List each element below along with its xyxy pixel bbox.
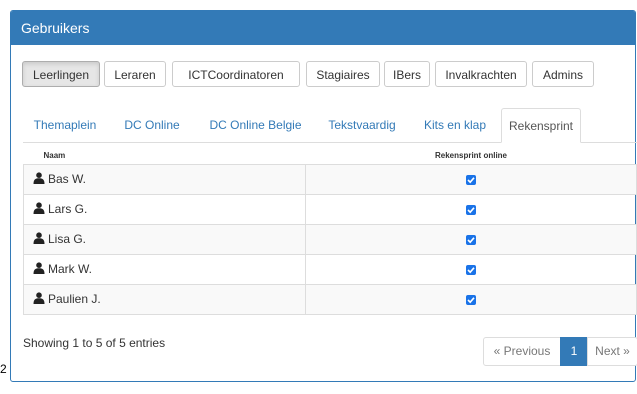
role-button-admins[interactable]: Admins [532, 61, 594, 87]
name-cell: Mark W. [23, 254, 306, 285]
page-1-button[interactable]: 1 [560, 337, 588, 366]
column-header-rekensprint[interactable]: Rekensprint online [305, 146, 637, 165]
table-info: Showing 1 to 5 of 5 entries [23, 336, 166, 350]
rekensprint-cell [305, 224, 637, 255]
rekensprint-checkbox[interactable] [466, 205, 476, 216]
user-name: Bas W. [48, 171, 87, 186]
role-button-invalkrachten[interactable]: Invalkrachten [435, 61, 527, 87]
user-name: Paulien J. [48, 291, 101, 306]
role-button-stagiaires[interactable]: Stagiaires [306, 61, 380, 87]
panel-title: Gebruikers [11, 11, 635, 45]
user-icon [33, 292, 45, 307]
tab-dc-online[interactable]: DC Online [115, 108, 189, 142]
rekensprint-checkbox[interactable] [466, 175, 476, 186]
table-row: Bas W. [23, 164, 637, 195]
user-icon [33, 172, 45, 187]
previous-page-button[interactable]: « Previous [483, 337, 561, 366]
check-icon [467, 207, 475, 214]
check-icon [467, 177, 475, 184]
rekensprint-cell [305, 164, 637, 195]
user-name: Lisa G. [48, 231, 87, 246]
role-button-leraren[interactable]: Leraren [104, 61, 166, 87]
user-icon [33, 262, 45, 277]
role-button-ictcoordinatoren[interactable]: ICTCoordinatoren [172, 61, 300, 87]
role-button-ibers[interactable]: IBers [384, 61, 430, 87]
table-header-row: Naam Rekensprint online [23, 146, 637, 165]
tab-dc-online-belgie[interactable]: DC Online Belgie [198, 108, 313, 142]
column-header-naam[interactable]: Naam [23, 146, 306, 165]
user-name: Mark W. [48, 261, 92, 276]
rekensprint-cell [305, 254, 637, 285]
rekensprint-checkbox[interactable] [466, 235, 476, 246]
table-row: Lars G. [23, 194, 637, 225]
next-page-button[interactable]: Next » [587, 337, 637, 366]
role-button-leerlingen[interactable]: Leerlingen [22, 61, 100, 87]
user-icon [33, 232, 45, 247]
rekensprint-cell [305, 284, 637, 315]
tab-kits-en-klap[interactable]: Kits en klap [414, 108, 496, 142]
table-row: Lisa G. [23, 224, 637, 255]
check-icon [467, 267, 475, 274]
rekensprint-checkbox[interactable] [466, 265, 476, 276]
tab-bar: Themaplein DC Online DC Online Belgie Te… [23, 108, 637, 143]
tab-tekstvaardig[interactable]: Tekstvaardig [321, 108, 403, 142]
table-row: Paulien J. [23, 284, 637, 315]
user-name: Lars G. [48, 201, 88, 216]
name-cell: Bas W. [23, 164, 306, 195]
table-row: Mark W. [23, 254, 637, 285]
check-icon [467, 297, 475, 304]
users-panel: Gebruikers Leerlingen Leraren ICTCoordin… [10, 10, 637, 382]
stray-character: 2 [0, 362, 7, 376]
tab-rekensprint[interactable]: Rekensprint [501, 108, 581, 143]
name-cell: Paulien J. [23, 284, 306, 315]
users-table: Naam Rekensprint online Bas W. Lars G. Lis… [23, 146, 637, 315]
user-icon [33, 202, 45, 217]
name-cell: Lisa G. [23, 224, 306, 255]
rekensprint-checkbox[interactable] [466, 295, 476, 306]
tab-themaplein[interactable]: Themaplein [23, 108, 107, 142]
check-icon [467, 237, 475, 244]
rekensprint-cell [305, 194, 637, 225]
name-cell: Lars G. [23, 194, 306, 225]
